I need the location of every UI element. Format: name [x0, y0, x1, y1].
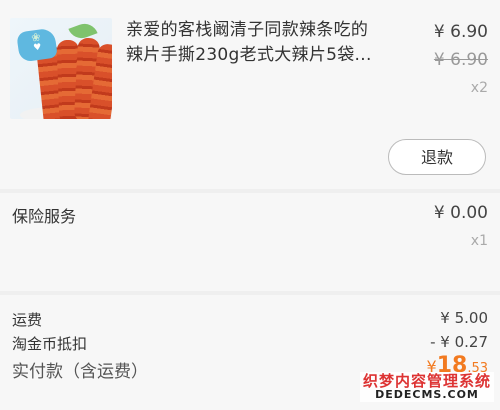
coin-discount-label: 淘金币抵扣	[12, 335, 88, 353]
watermark-line1: 织梦内容管理系统	[362, 372, 491, 390]
insurance-service-card: 保险服务 ¥ 0.00 x1	[0, 193, 500, 291]
insurance-label: 保险服务	[12, 207, 77, 226]
order-item-card: ❀ ♥ 亲爱的客栈阚清子同款辣条吃的辣片手撕230g老式大辣片5袋... ¥ 6.…	[0, 0, 500, 189]
refund-button[interactable]: 退款	[388, 139, 486, 175]
insurance-quantity: x1	[470, 233, 488, 249]
product-price: ¥ 6.90	[433, 22, 488, 42]
shipping-value: ¥ 5.00	[440, 309, 488, 327]
shipping-label: 运费	[12, 311, 43, 329]
total-paid-label: 实付款（含运费）	[12, 362, 148, 382]
product-title[interactable]: 亲爱的客栈阚清子同款辣条吃的辣片手撕230g老式大辣片5袋...	[126, 18, 384, 68]
brand-badge-icon: ❀ ♥	[16, 27, 58, 63]
watermark-line2: DEDECMS.COM	[375, 388, 479, 401]
coin-discount-value: - ¥ 0.27	[430, 333, 488, 351]
product-original-price: ¥ 6.90	[433, 50, 488, 70]
product-thumbnail[interactable]: ❀ ♥	[10, 18, 112, 119]
site-watermark: 织梦内容管理系统 DEDECMS.COM	[359, 372, 494, 402]
product-quantity: x2	[470, 80, 488, 96]
insurance-price: ¥ 0.00	[433, 203, 488, 223]
